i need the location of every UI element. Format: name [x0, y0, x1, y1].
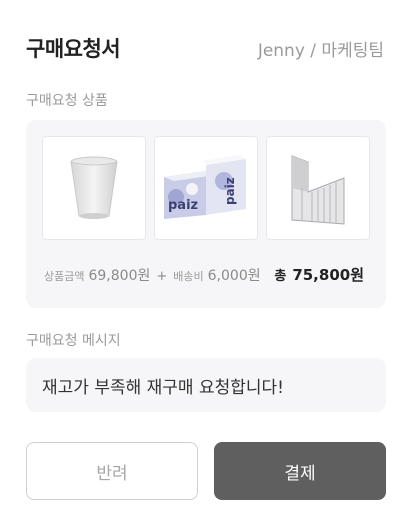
plus-sign: + [156, 269, 168, 284]
product-thumbnails: paiz paiz [42, 136, 370, 240]
shipping-fee: 6,000원 [207, 268, 261, 284]
product-thumb-tissue-box[interactable]: paiz paiz [154, 136, 258, 240]
header: 구매요청서 Jenny / 마케팅팀 [26, 30, 384, 66]
products-section-label: 구매요청 상품 [26, 93, 108, 109]
pay-button[interactable]: 결제 [214, 442, 386, 500]
message-section-label: 구매요청 메시지 [26, 333, 121, 349]
total-label: 총 [274, 269, 287, 284]
file-organizer-image [291, 155, 345, 225]
reject-button[interactable]: 반려 [26, 442, 198, 500]
total-amount: 75,800원 [292, 266, 364, 284]
product-amount: 69,800원 [88, 268, 151, 284]
shipping-fee-label: 배송비 [173, 270, 204, 283]
svg-text:paiz: paiz [168, 198, 198, 213]
page-title: 구매요청서 [26, 37, 121, 61]
product-thumb-paper-cup[interactable] [42, 136, 146, 240]
product-amount-label: 상품금액 [44, 270, 85, 283]
tissue-box-image: paiz paiz [164, 155, 246, 219]
price-summary: 상품금액 69,800원 + 배송비 6,000원 총 75,800원 [44, 264, 364, 288]
product-card: paiz paiz 상품금액 69,800원 + 배송비 6,000원 총 75… [26, 120, 386, 308]
request-message: 재고가 부족해 재구매 요청합니다! [26, 358, 386, 412]
requester-info: Jenny / 마케팅팀 [257, 40, 384, 61]
paper-cup-image [70, 156, 118, 219]
product-thumb-file-organizer[interactable] [266, 136, 370, 240]
svg-text:paiz: paiz [223, 177, 237, 205]
